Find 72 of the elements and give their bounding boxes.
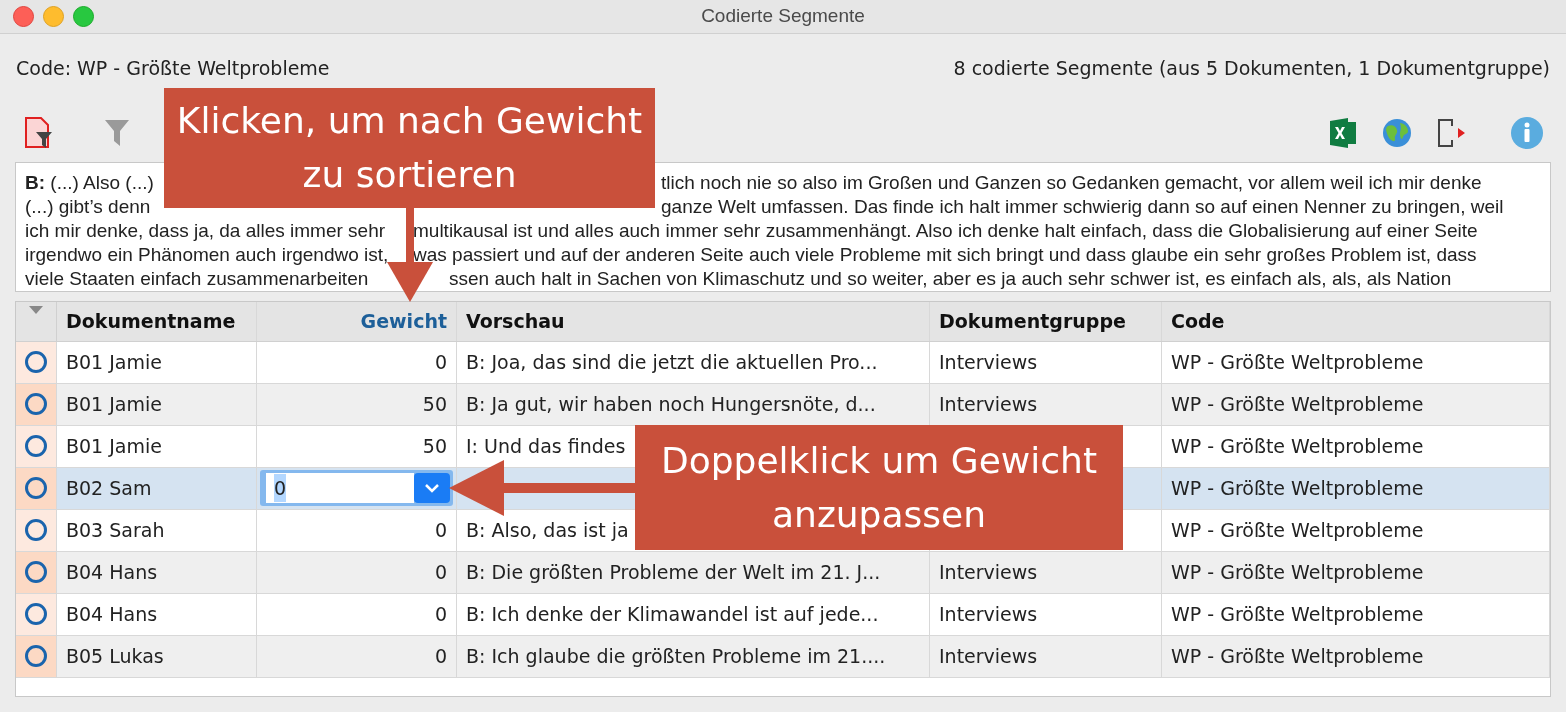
column-header[interactable]: Dokumentname bbox=[66, 306, 236, 336]
document-filter-icon[interactable] bbox=[24, 115, 54, 150]
segment-text-line: multikausal ist und alles auch immer sehr zusammenhängt. Also ich denke halt einfach, dass die Globalisierung auf einer Seite bbox=[413, 218, 1478, 243]
table-cell-text: 50 bbox=[422, 391, 447, 417]
table-row[interactable]: B01 Jamie 0 B: Joa, das sind die jetzt die aktuellen Pro... Interviews WP - Größte Weltprobleme bbox=[16, 341, 1550, 384]
table-cell-text: B02 Sam bbox=[66, 475, 152, 501]
table-cell-text: Interviews bbox=[939, 559, 1038, 585]
table-cell-text: Interviews bbox=[939, 643, 1038, 669]
table-cell-text: WP - Größte Weltprobleme bbox=[1171, 559, 1424, 585]
table-cell-text: 0 bbox=[434, 349, 447, 375]
export-icon[interactable] bbox=[1436, 117, 1466, 148]
sort-menu-icon[interactable] bbox=[29, 305, 43, 314]
filter-icon[interactable] bbox=[104, 117, 130, 148]
column-header[interactable]: Code bbox=[1171, 306, 1225, 336]
segment-text-line: tlich noch nie so also im Großen und Ganzen so Gedanken gemacht, vor allem weil ich mir denke bbox=[661, 170, 1482, 195]
table-row[interactable]: B04 Hans 0 B: Ich denke der Klimawandel ist auf jede... Interviews WP - Größte Weltprobleme bbox=[16, 593, 1550, 636]
table-cell-text: 0 bbox=[434, 643, 447, 669]
table-cell-text: Interviews bbox=[939, 349, 1038, 375]
table-cell-text: B: Ja gut, wir haben noch Hungersnöte, d... bbox=[466, 391, 876, 417]
segment-text-line: (...) gibt’s denn bbox=[25, 195, 151, 217]
segment-text-line: was passiert und auf der anderen Seite auch viele Probleme mit sich bringt und dass glaube ein sehr großes Problem ist, dass bbox=[413, 242, 1477, 267]
table-cell-text: Interviews bbox=[939, 391, 1038, 417]
table-cell-text: B: Joa, das sind die jetzt die aktuellen Pro... bbox=[466, 349, 878, 375]
globe-icon[interactable] bbox=[1382, 117, 1412, 148]
table-cell-text: Interviews bbox=[939, 601, 1038, 627]
dropdown-button[interactable] bbox=[414, 473, 450, 503]
table-cell-text: B: Ich glaube die größten Probleme im 21.... bbox=[466, 643, 886, 669]
table-cell-text: 0 bbox=[434, 601, 447, 627]
column-header[interactable]: Dokumentgruppe bbox=[939, 306, 1126, 336]
column-header[interactable]: Vorschau bbox=[466, 306, 565, 336]
table-cell-text: WP - Größte Weltprobleme bbox=[1171, 391, 1424, 417]
window-title: Codierte Segmente bbox=[701, 5, 865, 27]
table-cell-text: B: Ich denke der Klimawandel ist auf jede... bbox=[466, 601, 879, 627]
segment-text-line: ganze Welt umfassen. Das finde ich halt immer schwierig dann so auf einen Nenner zu bringen, weil bbox=[661, 194, 1504, 219]
segment-text-line: B: (...) Also (...) bbox=[25, 171, 154, 193]
close-button[interactable] bbox=[13, 6, 34, 27]
table-cell-text: WP - Größte Weltprobleme bbox=[1171, 601, 1424, 627]
info-icon[interactable] bbox=[1510, 115, 1544, 150]
table-cell-text: B01 Jamie bbox=[66, 433, 162, 459]
table-cell-text: B01 Jamie bbox=[66, 391, 162, 417]
table-cell-text: B: Also, das ist ja bbox=[466, 517, 629, 543]
segment-summary: 8 codierte Segmente (aus 5 Dokumenten, 1 Dokumentgruppe) bbox=[953, 56, 1550, 81]
weight-value: 0 bbox=[274, 473, 287, 503]
segment-text-line: viele Staaten einfach zusammenarbeiten bbox=[25, 267, 369, 289]
code-label: Code: WP - Größte Weltprobleme bbox=[16, 56, 330, 81]
callout-label: Doppelklick um Gewicht anzupassen bbox=[635, 425, 1123, 550]
table-cell-text: 0 bbox=[434, 517, 447, 543]
table-cell-text: 0 bbox=[434, 559, 447, 585]
callout-label: Klicken, um nach Gewicht zu sortieren bbox=[164, 88, 655, 208]
table-cell-text: 50 bbox=[422, 433, 447, 459]
table-cell-text: B03 Sarah bbox=[66, 517, 165, 543]
table-cell-text: B05 Lukas bbox=[66, 643, 164, 669]
column-header[interactable]: Gewicht bbox=[360, 306, 447, 336]
weight-combobox[interactable]: 0 bbox=[260, 470, 453, 506]
table-row[interactable]: B04 Hans 0 B: Die größten Probleme der Welt im 21. J... Interviews WP - Größte Weltprobleme bbox=[16, 551, 1550, 594]
segment-text-line: ich mir denke, dass ja, da alles immer sehr bbox=[25, 219, 386, 241]
table-cell-text: I: Und das findes bbox=[466, 433, 626, 459]
table-cell-text: WP - Größte Weltprobleme bbox=[1171, 433, 1424, 459]
segment-text-line: ssen auch halt in Sachen von Klimaschutz und so weiter, aber es ja auch sehr schwer ist, es einfach als, als, als Nation bbox=[449, 266, 1452, 291]
table-cell-text: B04 Hans bbox=[66, 559, 158, 585]
table-cell-text: B: Die größten Probleme der Welt im 21. J... bbox=[466, 559, 881, 585]
segment-text-line: irgendwo ein Phänomen auch irgendwo ist, bbox=[25, 243, 389, 265]
table-cell-text: B04 Hans bbox=[66, 601, 158, 627]
table-cell-text: B01 Jamie bbox=[66, 349, 162, 375]
table-cell-text: WP - Größte Weltprobleme bbox=[1171, 517, 1424, 543]
table-row[interactable]: B01 Jamie 50 B: Ja gut, wir haben noch Hungersnöte, d... Interviews WP - Größte Weltprobleme bbox=[16, 383, 1550, 426]
spreadsheet-icon[interactable] bbox=[1328, 116, 1358, 149]
table-cell-text: WP - Größte Weltprobleme bbox=[1171, 475, 1424, 501]
chevron-down-icon bbox=[425, 483, 439, 493]
table-cell-text: WP - Größte Weltprobleme bbox=[1171, 349, 1424, 375]
table-cell-text: WP - Größte Weltprobleme bbox=[1171, 643, 1424, 669]
table-row[interactable]: B05 Lukas 0 B: Ich glaube die größten Probleme im 21.... Interviews WP - Größte Weltprobleme bbox=[16, 635, 1550, 678]
